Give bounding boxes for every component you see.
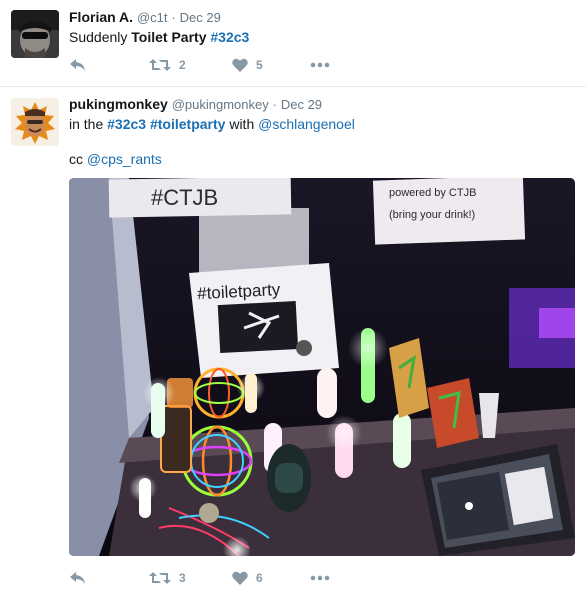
more-button[interactable] xyxy=(310,55,330,75)
like-button[interactable]: 5 xyxy=(232,55,263,75)
sign-left-text: #CTJB xyxy=(151,185,218,210)
display-name[interactable]: Florian A. xyxy=(69,9,133,25)
display-name[interactable]: pukingmonkey xyxy=(69,96,168,112)
party-photo: #CTJB powered by CTJB (bring your drink!… xyxy=(69,178,575,556)
reply-icon xyxy=(69,571,87,585)
tweet-text: Suddenly Toilet Party #32c3 xyxy=(69,27,249,47)
more-button[interactable] xyxy=(310,568,330,588)
retweet-count: 2 xyxy=(179,58,186,72)
tweet[interactable]: pukingmonkey @pukingmonkey · Dec 29 in t… xyxy=(0,87,586,596)
heart-icon xyxy=(232,571,248,585)
mention-link[interactable]: @cps_rants xyxy=(87,151,162,167)
tweet-text-line2: cc @cps_rants xyxy=(69,149,162,169)
text-part: Suddenly xyxy=(69,29,132,45)
tweet-photo[interactable]: #CTJB powered by CTJB (bring your drink!… xyxy=(69,178,575,556)
timestamp[interactable]: Dec 29 xyxy=(180,10,221,25)
handle[interactable]: @pukingmonkey xyxy=(172,97,269,112)
heart-icon xyxy=(232,58,248,72)
retweet-icon xyxy=(149,58,171,72)
hashtag-link[interactable]: #toiletparty xyxy=(150,116,225,132)
handle[interactable]: @c1t xyxy=(137,10,168,25)
text-bold: Toilet Party xyxy=(131,29,207,45)
text-part: with xyxy=(225,116,259,132)
tweet-header: Florian A. @c1t · Dec 29 xyxy=(69,9,221,25)
hashtag-link[interactable]: #32c3 xyxy=(107,116,146,132)
separator: · xyxy=(171,10,176,25)
like-button[interactable]: 6 xyxy=(232,568,263,588)
like-count: 5 xyxy=(256,58,263,72)
retweet-button[interactable]: 3 xyxy=(149,568,186,588)
reply-button[interactable] xyxy=(69,55,87,75)
mention-link[interactable]: @schlangenoel xyxy=(258,116,355,132)
avatar-image xyxy=(11,10,59,58)
retweet-button[interactable]: 2 xyxy=(149,55,186,75)
sign-right-text-2: (bring your drink!) xyxy=(389,209,475,221)
avatar-image xyxy=(11,98,59,146)
retweet-count: 3 xyxy=(179,571,186,585)
sign-right-text-1: powered by CTJB xyxy=(389,187,476,199)
retweet-icon xyxy=(149,571,171,585)
tweet-header: pukingmonkey @pukingmonkey · Dec 29 xyxy=(69,96,322,112)
text-part: cc xyxy=(69,151,87,167)
more-icon xyxy=(310,575,330,581)
timestamp[interactable]: Dec 29 xyxy=(281,97,322,112)
tweet[interactable]: Florian A. @c1t · Dec 29 Suddenly Toilet… xyxy=(0,0,586,87)
hashtag-link[interactable]: #32c3 xyxy=(210,29,249,45)
tweet-text: in the #32c3 #toiletparty with @schlange… xyxy=(69,114,355,134)
avatar[interactable] xyxy=(11,98,59,146)
avatar[interactable] xyxy=(11,10,59,58)
like-count: 6 xyxy=(256,571,263,585)
separator: · xyxy=(272,97,277,112)
reply-button[interactable] xyxy=(69,568,87,588)
reply-icon xyxy=(69,58,87,72)
text-part: in the xyxy=(69,116,108,132)
more-icon xyxy=(310,62,330,68)
